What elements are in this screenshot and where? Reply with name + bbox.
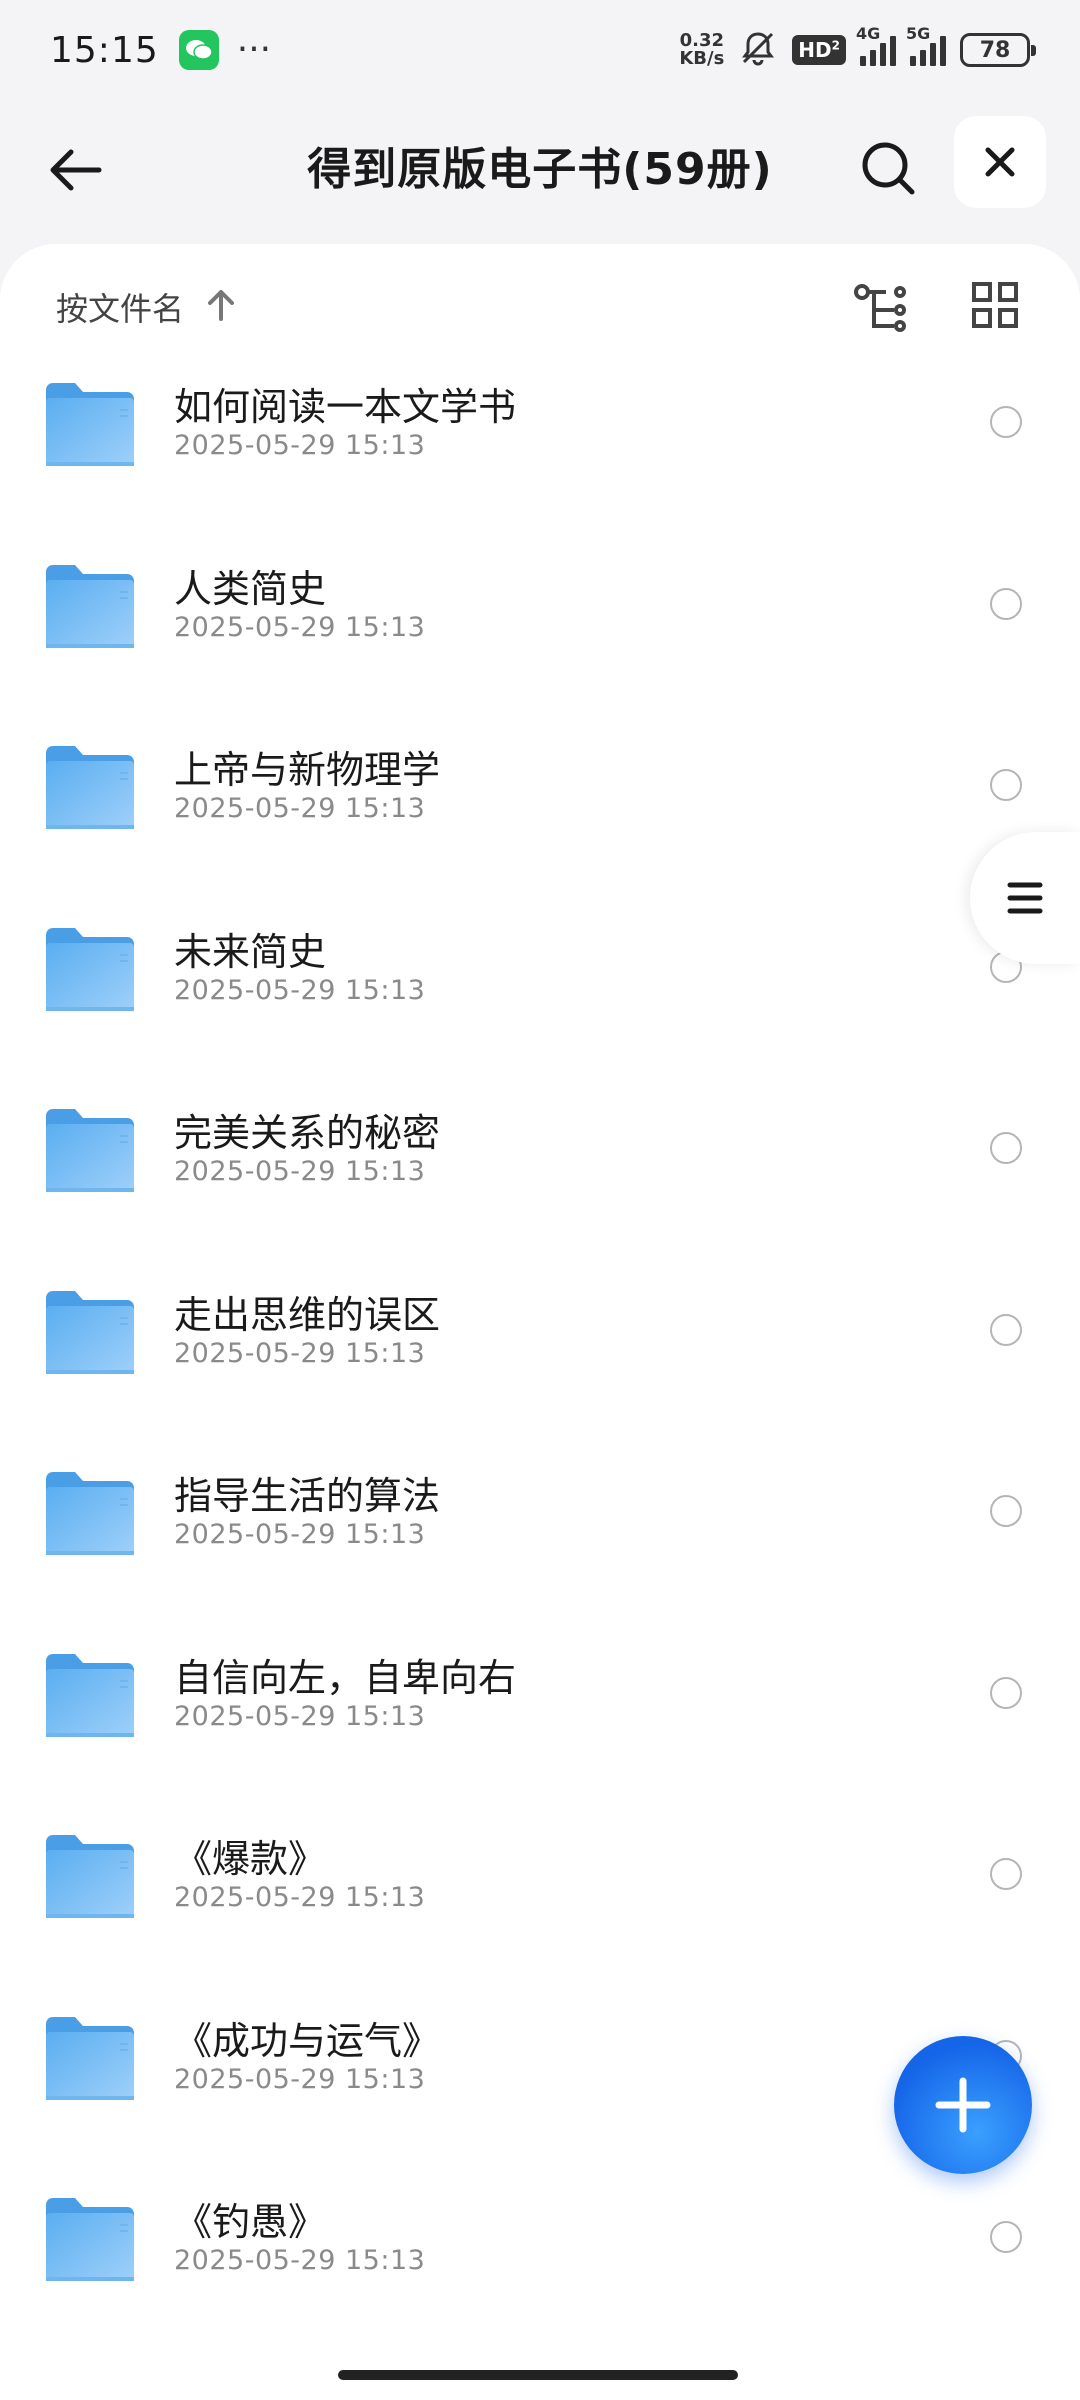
tree-view-icon [854, 284, 906, 332]
network-speed-unit: KB/s [679, 48, 725, 69]
plus-icon [935, 2077, 991, 2133]
select-checkbox[interactable] [990, 1495, 1022, 1527]
file-name: 《爆款》 [174, 1837, 327, 1881]
signal-5g-icon: 5G [906, 24, 946, 66]
file-date: 2025-05-29 15:13 [174, 793, 426, 824]
status-time: 15:15 [50, 29, 159, 71]
file-date: 2025-05-29 15:13 [174, 1337, 426, 1369]
tree-view-button[interactable] [850, 280, 910, 340]
signal-4g-icon: 4G [856, 24, 896, 66]
file-name: 指导生活的算法 [174, 1474, 441, 1518]
folder-icon [46, 2016, 134, 2100]
close-button[interactable] [954, 116, 1046, 208]
select-checkbox[interactable] [990, 1313, 1022, 1346]
file-name: 未来简史 [174, 929, 327, 974]
file-name: 《成功与运气》 [174, 2018, 441, 2063]
file-name: 自信向左，自卑向右 [174, 1655, 517, 1700]
file-date: 2025-05-29 15:13 [174, 2245, 426, 2276]
file-name: 《钓愚》 [174, 2200, 327, 2244]
signal-4g-label: 4G [856, 24, 881, 43]
status-bar: 15:15 ··· 0.32 KB/s HD2 4G 5G 78 [0, 0, 1080, 100]
folder-icon [46, 1835, 134, 1918]
file-name: 完美关系的秘密 [174, 1111, 441, 1155]
file-list-item[interactable]: 自信向左，自卑向右 2025-05-29 15:13 [0, 1635, 1080, 1816]
sort-ascending-icon [206, 289, 236, 325]
file-list-item[interactable]: 上帝与新物理学 2025-05-29 15:13 [0, 727, 1080, 908]
file-date: 2025-05-29 15:13 [174, 1882, 426, 1913]
folder-icon [46, 1472, 134, 1555]
search-icon [862, 142, 915, 195]
close-icon [985, 147, 1015, 177]
folder-icon [46, 1653, 134, 1737]
file-name: 上帝与新物理学 [174, 748, 441, 792]
header-bar: 得到原版电子书(59册) [0, 110, 1080, 220]
hd-sub: 2 [831, 38, 840, 53]
folder-icon [46, 1290, 134, 1374]
add-button[interactable] [894, 2036, 1032, 2174]
signal-5g-label: 5G [906, 24, 931, 43]
file-date: 2025-05-29 15:13 [174, 1156, 426, 1187]
file-name: 走出思维的误区 [174, 1292, 441, 1337]
mute-icon [738, 28, 778, 72]
hd-voice-badge: HD2 [792, 35, 846, 65]
folder-icon [46, 2198, 134, 2281]
select-checkbox[interactable] [990, 1858, 1022, 1890]
file-date: 2025-05-29 15:13 [174, 1700, 426, 1732]
search-button[interactable] [850, 130, 926, 206]
select-checkbox[interactable] [990, 769, 1022, 801]
file-list-item[interactable]: 《爆款》 2025-05-29 15:13 [0, 1816, 1080, 1997]
grid-view-icon [972, 282, 1018, 328]
file-list-item[interactable]: 《钓愚》 2025-05-29 15:13 [0, 2179, 1080, 2360]
battery-level: 78 [979, 37, 1011, 63]
sort-label: 按文件名 [56, 290, 185, 328]
file-name: 如何阅读一本文学书 [174, 385, 517, 429]
folder-icon [46, 927, 134, 1011]
select-checkbox[interactable] [990, 1132, 1022, 1164]
folder-icon [46, 564, 134, 648]
select-checkbox[interactable] [990, 2221, 1022, 2253]
select-checkbox[interactable] [990, 1676, 1022, 1709]
file-list-item[interactable]: 指导生活的算法 2025-05-29 15:13 [0, 1453, 1080, 1634]
file-date: 2025-05-29 15:13 [174, 611, 426, 643]
file-list-item[interactable]: 人类简史 2025-05-29 15:13 [0, 546, 1080, 727]
home-indicator[interactable] [338, 2370, 738, 2380]
menu-icon [1007, 882, 1043, 914]
folder-icon [46, 1109, 134, 1192]
folder-icon [46, 746, 134, 829]
file-list-item[interactable]: 完美关系的秘密 2025-05-29 15:13 [0, 1090, 1080, 1271]
file-list-item[interactable]: 未来简史 2025-05-29 15:13 [0, 909, 1080, 1090]
status-indicators: 0.32 KB/s HD2 4G 5G 78 [679, 24, 1036, 72]
select-checkbox[interactable] [990, 406, 1022, 438]
file-date: 2025-05-29 15:13 [174, 430, 426, 461]
file-list-item[interactable]: 如何阅读一本文学书 2025-05-29 15:13 [0, 364, 1080, 545]
folder-icon [46, 383, 134, 466]
file-list-item[interactable]: 走出思维的误区 2025-05-29 15:13 [0, 1272, 1080, 1453]
wechat-icon [178, 30, 219, 70]
file-date: 2025-05-29 15:13 [174, 1519, 426, 1550]
more-notifications-icon: ··· [236, 29, 272, 70]
file-date: 2025-05-29 15:13 [174, 974, 426, 1006]
grid-view-button[interactable] [970, 280, 1020, 330]
hd-label: HD [798, 38, 832, 62]
battery-icon: 78 [960, 33, 1036, 67]
sort-toggle[interactable]: 按文件名 [56, 284, 236, 330]
file-date: 2025-05-29 15:13 [174, 2063, 426, 2095]
file-name: 人类简史 [174, 566, 327, 611]
select-checkbox[interactable] [990, 587, 1022, 620]
network-speed: 0.32 KB/s [679, 32, 724, 68]
